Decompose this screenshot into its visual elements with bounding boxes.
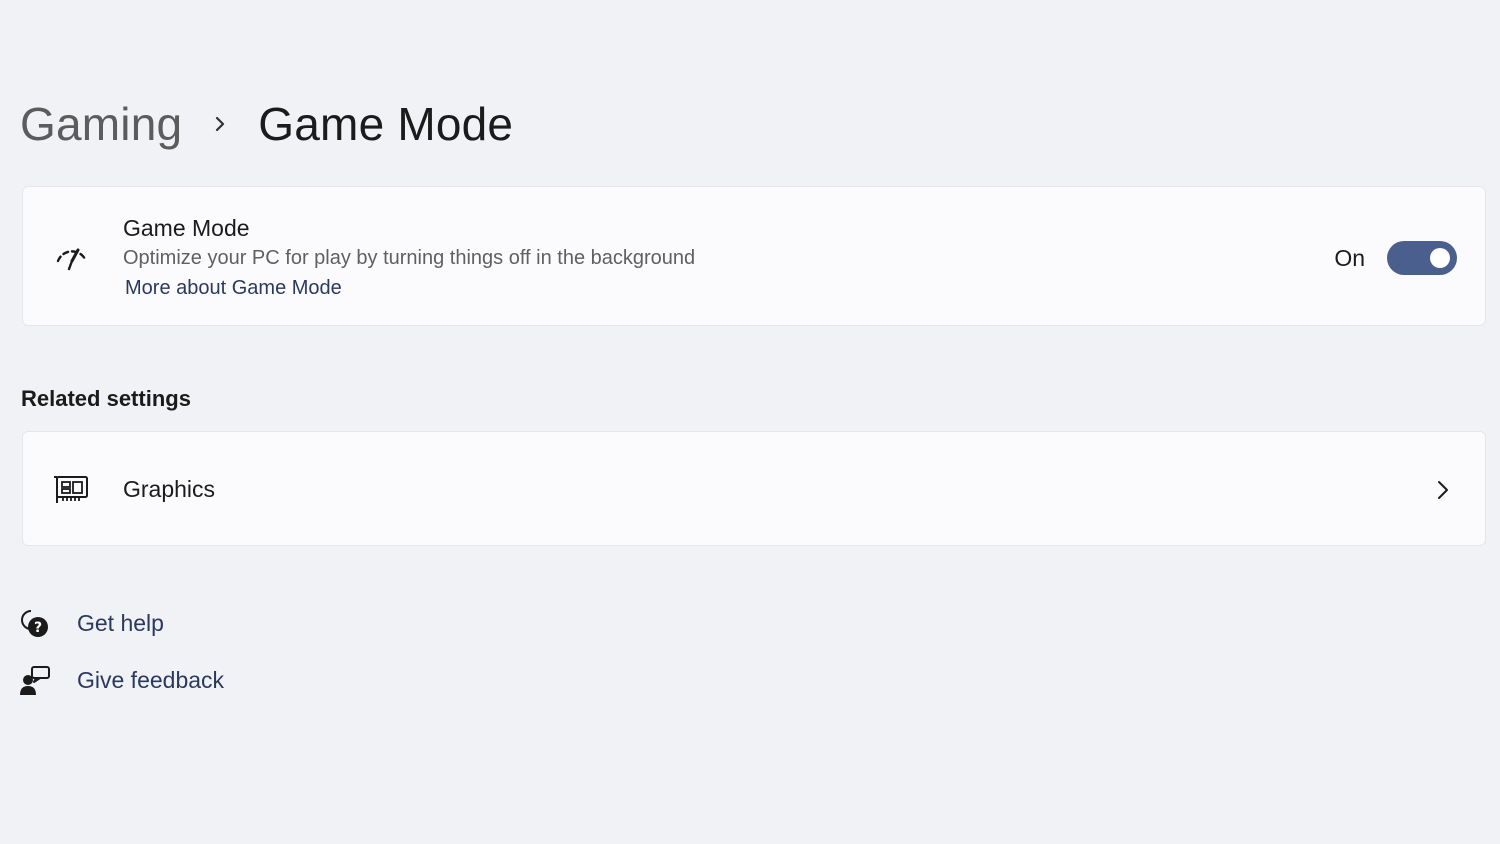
page-title: Game Mode — [258, 98, 514, 150]
breadcrumb: Gaming Game Mode — [20, 92, 513, 156]
game-mode-title: Game Mode — [123, 215, 250, 241]
more-about-game-mode-link[interactable]: More about Game Mode — [125, 273, 695, 303]
give-feedback-link[interactable]: Give feedback — [18, 662, 224, 698]
feedback-icon — [18, 663, 52, 697]
chevron-right-icon — [1431, 476, 1455, 504]
help-icon: ? — [18, 606, 52, 640]
breadcrumb-gaming[interactable]: Gaming — [20, 97, 182, 151]
game-mode-card: Game Mode Optimize your PC for play by t… — [22, 186, 1486, 326]
get-help-label: Get help — [77, 609, 164, 636]
related-settings-heading: Related settings — [21, 386, 191, 411]
toggle-knob — [1430, 248, 1450, 268]
game-mode-gauge-icon — [53, 239, 91, 277]
svg-text:?: ? — [34, 620, 42, 636]
game-mode-toggle[interactable] — [1387, 241, 1457, 275]
game-mode-description: Optimize your PC for play by turning thi… — [123, 247, 696, 269]
get-help-link[interactable]: ? Get help — [18, 605, 164, 641]
graphics-card-icon — [53, 470, 91, 508]
give-feedback-label: Give feedback — [77, 666, 225, 693]
toggle-state-label: On — [1334, 245, 1365, 271]
graphics-settings-row[interactable]: Graphics — [22, 431, 1486, 546]
graphics-label: Graphics — [123, 476, 216, 502]
breadcrumb-chevron-icon — [182, 114, 258, 134]
